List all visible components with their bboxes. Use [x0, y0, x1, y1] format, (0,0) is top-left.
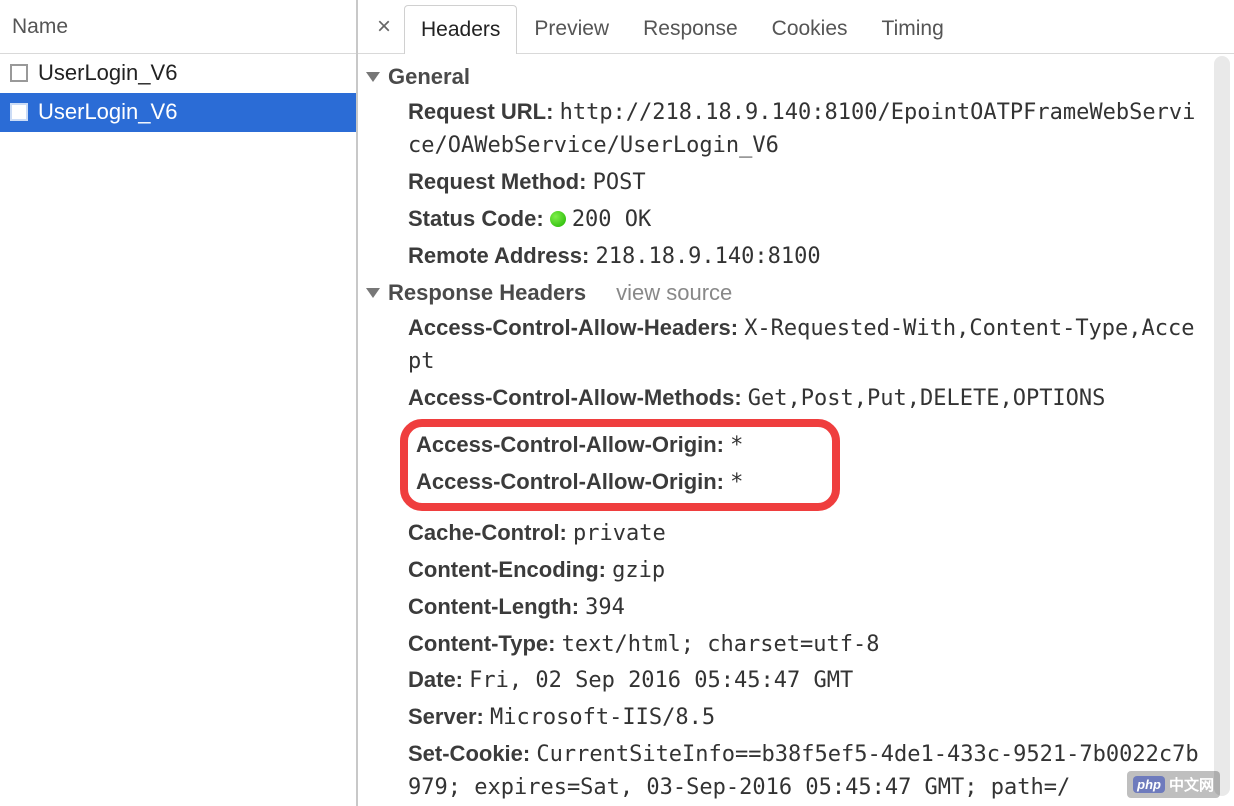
request-row[interactable]: UserLogin_V6	[0, 93, 356, 132]
view-source-link[interactable]: view source	[616, 280, 732, 306]
header-row: Content-Length: 394	[408, 589, 1202, 626]
general-request-url: Request URL: http://218.18.9.140:8100/Ep…	[408, 94, 1202, 164]
scrollbar[interactable]	[1214, 56, 1230, 796]
general-request-method: Request Method: POST	[408, 164, 1202, 201]
php-badge: php	[1133, 776, 1165, 793]
value: POST	[593, 170, 646, 195]
value: 218.18.9.140:8100	[595, 244, 820, 269]
general-block: Request URL: http://218.18.9.140:8100/Ep…	[364, 94, 1224, 274]
header-value: gzip	[612, 558, 665, 583]
header-key: Set-Cookie:	[408, 741, 536, 766]
header-value: Get,Post,Put,DELETE,OPTIONS	[748, 386, 1106, 411]
request-row[interactable]: UserLogin_V6	[0, 54, 356, 93]
header-row: Date: Fri, 02 Sep 2016 05:45:47 GMT	[408, 662, 1202, 699]
section-response-headers-toggle[interactable]: Response Headers view source	[364, 274, 1224, 310]
header-row: Access-Control-Allow-Methods: Get,Post,P…	[408, 380, 1202, 417]
header-key: Access-Control-Allow-Headers:	[408, 315, 744, 340]
header-value: *	[730, 433, 743, 458]
request-list-header[interactable]: Name	[0, 0, 356, 54]
highlight-callout: Access-Control-Allow-Origin: *Access-Con…	[400, 419, 840, 511]
header-value: 394	[585, 595, 625, 620]
label: Request URL:	[408, 99, 553, 124]
header-key: Date:	[408, 667, 469, 692]
request-name: UserLogin_V6	[38, 99, 177, 125]
details-tab-bar: × HeadersPreviewResponseCookiesTiming	[358, 0, 1234, 54]
watermark-text: 中文网	[1169, 774, 1214, 795]
value: 200 OK	[572, 207, 651, 232]
label: Status Code:	[408, 206, 544, 231]
tab-preview[interactable]: Preview	[517, 4, 626, 53]
tab-timing[interactable]: Timing	[865, 4, 961, 53]
header-key: Content-Length:	[408, 594, 585, 619]
triangle-down-icon	[366, 288, 380, 298]
close-icon[interactable]: ×	[364, 0, 404, 53]
section-general-toggle[interactable]: General	[364, 58, 1224, 94]
header-row: Server: Microsoft-IIS/8.5	[408, 699, 1202, 736]
request-list: UserLogin_V6 UserLogin_V6	[0, 54, 356, 132]
general-remote-address: Remote Address: 218.18.9.140:8100	[408, 238, 1202, 275]
header-value: *	[730, 470, 743, 495]
header-row: Access-Control-Allow-Headers: X-Requeste…	[408, 310, 1202, 380]
header-key: Content-Type:	[408, 631, 562, 656]
tab-response[interactable]: Response	[626, 4, 755, 53]
header-key: Access-Control-Allow-Origin:	[416, 469, 730, 494]
header-value: private	[573, 521, 666, 546]
header-key: Server:	[408, 704, 490, 729]
header-value: Microsoft-IIS/8.5	[490, 705, 715, 730]
header-value: text/html; charset=utf-8	[562, 632, 880, 657]
header-key: Content-Encoding:	[408, 557, 612, 582]
triangle-down-icon	[366, 72, 380, 82]
name-column-header: Name	[12, 15, 68, 39]
section-title: Response Headers	[388, 280, 586, 306]
general-status-code: Status Code: 200 OK	[408, 201, 1202, 238]
request-list-panel: Name UserLogin_V6 UserLogin_V6	[0, 0, 358, 806]
label: Remote Address:	[408, 243, 589, 268]
header-row: Set-Cookie: CurrentSiteInfo==b38f5ef5-4d…	[408, 736, 1202, 806]
header-value: Fri, 02 Sep 2016 05:45:47 GMT	[469, 668, 853, 693]
file-icon	[10, 64, 28, 82]
request-name: UserLogin_V6	[38, 60, 177, 86]
tab-headers[interactable]: Headers	[404, 5, 517, 54]
header-key: Access-Control-Allow-Methods:	[408, 385, 748, 410]
header-key: Access-Control-Allow-Origin:	[416, 432, 730, 457]
header-row: Access-Control-Allow-Origin: *	[416, 427, 824, 464]
header-row: Content-Encoding: gzip	[408, 552, 1202, 589]
file-icon	[10, 103, 28, 121]
response-headers-block: Access-Control-Allow-Headers: X-Requeste…	[364, 310, 1224, 806]
header-key: Cache-Control:	[408, 520, 573, 545]
header-row: Cache-Control: private	[408, 515, 1202, 552]
headers-content: General Request URL: http://218.18.9.140…	[358, 54, 1234, 806]
header-row: Content-Type: text/html; charset=utf-8	[408, 626, 1202, 663]
section-title: General	[388, 64, 470, 90]
header-row: Access-Control-Allow-Origin: *	[416, 464, 824, 501]
watermark: php 中文网	[1127, 771, 1220, 798]
details-panel: × HeadersPreviewResponseCookiesTiming Ge…	[358, 0, 1234, 806]
status-dot-icon	[550, 211, 566, 227]
label: Request Method:	[408, 169, 586, 194]
tab-cookies[interactable]: Cookies	[755, 4, 865, 53]
